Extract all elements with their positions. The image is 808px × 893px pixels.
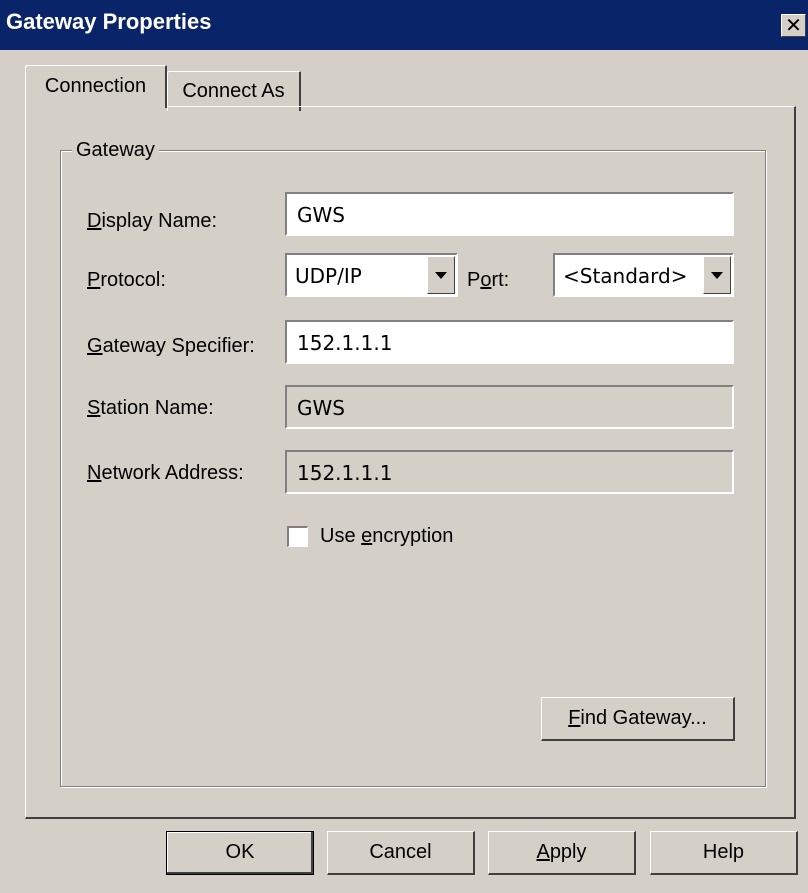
protocol-select[interactable]: UDP/IP (285, 253, 458, 297)
window-title: Gateway Properties (6, 9, 212, 34)
use-encryption-checkbox[interactable] (287, 526, 308, 547)
close-icon[interactable]: ✕ (781, 14, 806, 37)
find-gateway-button[interactable]: Find Gateway... (541, 697, 735, 741)
gateway-specifier-label: Gateway Specifier: (87, 335, 255, 357)
tab-connect-as[interactable]: Connect As (167, 71, 301, 111)
apply-button[interactable]: Apply (488, 831, 636, 875)
station-name-field: GWS (285, 385, 734, 429)
port-label: Port: (467, 269, 510, 291)
chevron-down-icon[interactable] (703, 256, 731, 294)
help-button[interactable]: Help (650, 831, 798, 875)
ok-button[interactable]: OK (166, 831, 314, 875)
station-name-label: Station Name: (87, 397, 214, 419)
network-address-label: Network Address: (87, 462, 244, 484)
tab-connection[interactable]: Connection (25, 65, 167, 108)
cancel-button[interactable]: Cancel (327, 831, 475, 875)
use-encryption-label[interactable]: Use encryption (320, 525, 453, 548)
protocol-label: Protocol: (87, 269, 166, 291)
display-name-input[interactable]: GWS (285, 192, 734, 236)
title-bar: Gateway Properties ✕ (0, 0, 808, 50)
network-address-field: 152.1.1.1 (285, 450, 734, 494)
groupbox-label: Gateway (72, 139, 159, 162)
protocol-value: UDP/IP (295, 264, 362, 288)
port-value: <Standard> (563, 264, 688, 288)
chevron-down-icon[interactable] (427, 256, 455, 294)
gateway-specifier-input[interactable]: 152.1.1.1 (285, 320, 734, 364)
display-name-label: Display Name: (87, 210, 218, 232)
port-select[interactable]: <Standard> (553, 253, 734, 297)
